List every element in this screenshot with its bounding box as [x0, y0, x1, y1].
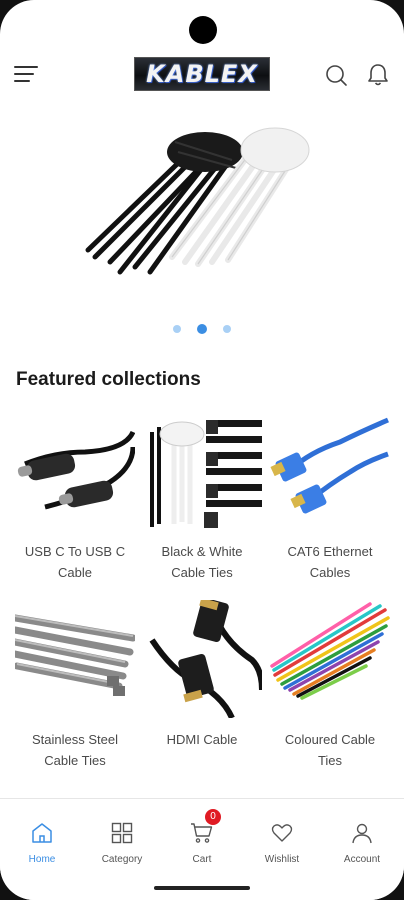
search-icon[interactable] — [324, 63, 348, 87]
logo-text: KABLEX — [146, 60, 258, 88]
collection-label: HDMI Cable — [166, 732, 238, 747]
hero-banner-image[interactable] — [0, 112, 404, 312]
cart-count-badge: 0 — [205, 809, 221, 825]
collection-card[interactable]: Black & White Cable Ties — [142, 412, 262, 583]
user-icon — [350, 821, 374, 845]
brand-logo[interactable]: KABLEX — [134, 57, 270, 91]
nav-label: Wishlist — [264, 854, 300, 865]
collection-card[interactable]: Coloured Cable Ties — [270, 600, 390, 771]
section-title: Featured collections — [16, 369, 201, 390]
steel-ties-image — [11, 614, 137, 696]
grid-icon — [110, 821, 134, 845]
nav-label: Account — [343, 854, 381, 865]
collection-label: Stainless Steel Cable Ties — [32, 732, 118, 768]
menu-icon[interactable] — [14, 62, 38, 86]
nav-item-cart[interactable]: 0 Cart — [167, 809, 237, 865]
collection-card[interactable]: CAT6 Ethernet Cables — [270, 412, 390, 583]
bottom-navigation: Home Category 0 Cart Wishlist Account — [0, 798, 404, 900]
heart-icon — [270, 821, 294, 845]
hdmi-cable-image — [149, 597, 265, 720]
bell-icon[interactable] — [366, 62, 390, 88]
collection-label: CAT6 Ethernet Cables — [287, 544, 373, 580]
collection-card[interactable]: HDMI Cable — [142, 597, 265, 750]
nav-item-category[interactable]: Category — [87, 821, 157, 865]
coloured-ties-image — [270, 602, 390, 700]
camera-cutout — [189, 16, 217, 44]
usb-c-cable-image — [17, 430, 136, 510]
carousel-dot[interactable] — [223, 324, 232, 333]
cable-ties-image — [150, 420, 262, 528]
nav-item-account[interactable]: Account — [327, 821, 397, 865]
carousel-dot-active[interactable] — [197, 323, 207, 334]
nav-label: Cart — [192, 854, 212, 865]
collection-label: Black & White Cable Ties — [161, 544, 243, 580]
home-indicator[interactable] — [154, 886, 250, 890]
carousel-dot[interactable] — [172, 324, 181, 333]
carousel-dots — [0, 320, 404, 334]
nav-label: Category — [101, 854, 143, 865]
collection-label: Coloured Cable Ties — [284, 732, 376, 768]
top-bar: KABLEX — [0, 52, 404, 98]
collection-card[interactable]: USB C To USB C Cable — [15, 412, 136, 583]
collection-label: USB C To USB C Cable — [24, 544, 126, 580]
nav-item-wishlist[interactable]: Wishlist — [247, 821, 317, 865]
nav-item-home[interactable]: Home — [7, 821, 77, 865]
collection-card[interactable]: Stainless Steel Cable Ties — [11, 600, 137, 771]
ethernet-cable-image — [270, 417, 389, 514]
app-screen: KABLEX Featured collections USB C To USB… — [0, 0, 404, 900]
nav-label: Home — [28, 854, 56, 865]
cart-icon: 0 — [190, 809, 221, 845]
home-icon — [30, 821, 54, 845]
